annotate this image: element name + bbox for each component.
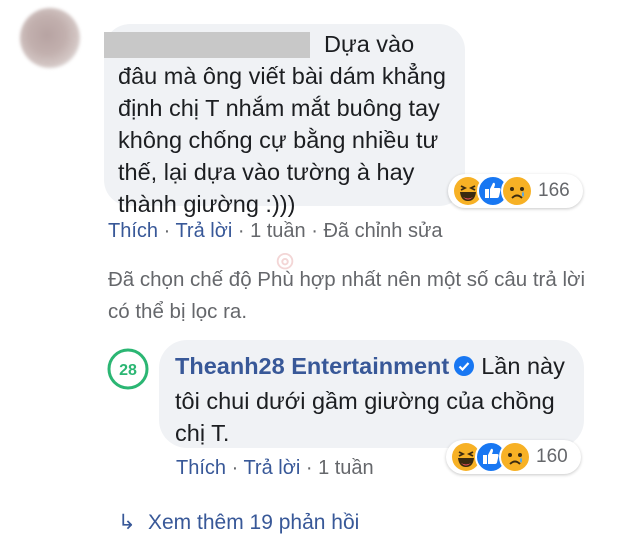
reply-link[interactable]: Trả lời — [175, 220, 232, 242]
reply-reactions-summary[interactable]: 160 — [446, 440, 581, 474]
see-more-replies[interactable]: ↳ Xem thêm 19 phản hồi — [118, 510, 359, 535]
logo-text: 28 — [119, 362, 137, 379]
comment-text: Dựa vào đâu mà ông viết bài dám khẳng đị… — [118, 31, 446, 217]
commenter-avatar[interactable] — [20, 8, 80, 68]
page-logo[interactable]: 28 — [107, 348, 149, 390]
author-name[interactable]: Theanh28 Entertainment — [175, 353, 449, 379]
edited-label[interactable]: Đã chỉnh sửa — [323, 220, 442, 242]
like-link[interactable]: Thích — [176, 457, 226, 479]
verified-badge-icon — [453, 353, 475, 385]
reaction-count: 166 — [538, 180, 570, 201]
comment-bubble: Dựa vào đâu mà ông viết bài dám khẳng đị… — [104, 24, 465, 217]
reply-link[interactable]: Trả lời — [243, 457, 300, 479]
reaction-count: 160 — [536, 446, 568, 467]
reactions-summary[interactable]: 166 — [448, 174, 583, 208]
sad-icon — [499, 441, 531, 473]
see-more-label: Xem thêm 19 phản hồi — [148, 511, 360, 534]
sad-icon — [501, 175, 533, 207]
reply-bubble: Theanh28 Entertainment Lần này tôi chui d… — [159, 340, 584, 448]
comment-actions: Thích · Trả lời · 1 tuần · Đã chỉnh sửa — [108, 220, 443, 242]
timestamp[interactable]: 1 tuần — [318, 457, 374, 479]
filter-note: Đã chọn chế độ Phù hợp nhất nên một số c… — [108, 268, 586, 323]
timestamp[interactable]: 1 tuần — [250, 220, 306, 242]
like-link[interactable]: Thích — [108, 220, 158, 242]
reply-actions: Thích · Trả lời · 1 tuần — [176, 457, 374, 479]
reply-arrow-icon: ↳ — [118, 511, 136, 534]
reply-text: Theanh28 Entertainment Lần này tôi chui d… — [175, 353, 565, 446]
